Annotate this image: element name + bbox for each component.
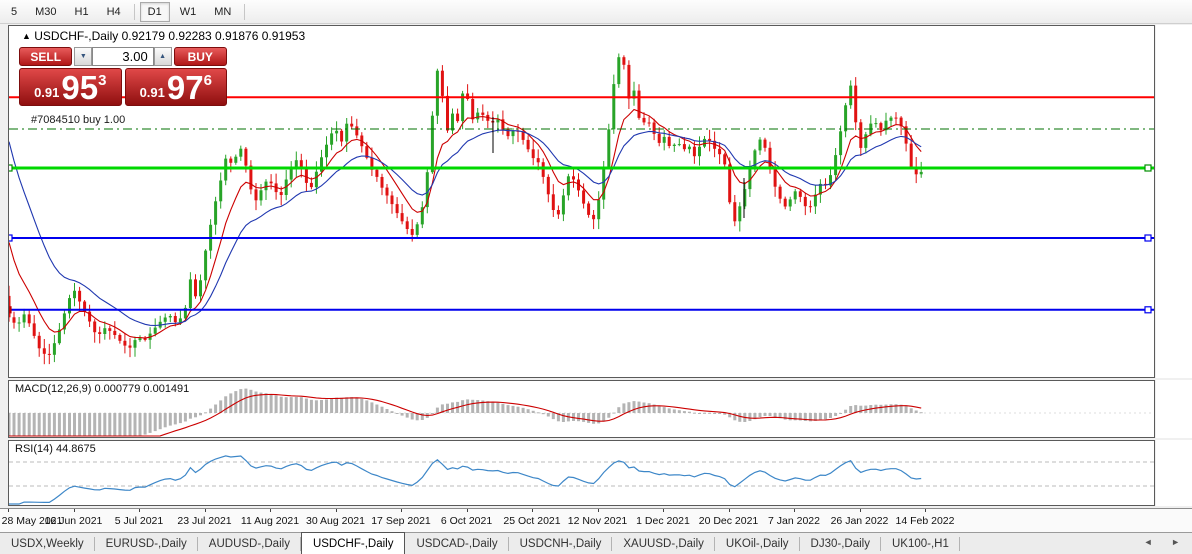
- date-label: 5 Jul 2021: [114, 515, 164, 527]
- date-tick-mark: [401, 509, 402, 512]
- chart-tab-uk100-h1[interactable]: UK100-,H1: [881, 533, 960, 554]
- date-label: 30 Aug 2021: [306, 515, 365, 527]
- timeframe-button-W1[interactable]: W1: [172, 2, 205, 22]
- date-tick-mark: [532, 509, 533, 512]
- date-tick-mark: [204, 509, 206, 512]
- chart-tab-usdx-weekly[interactable]: USDX,Weekly: [0, 533, 95, 554]
- one-click-trading-widget: SELL ▼ 3.00 ▲ BUY 0.91 95 3 0.91 97 6: [19, 47, 227, 106]
- date-tick-mark: [139, 509, 140, 512]
- date-label: 12 Nov 2021: [567, 515, 628, 527]
- timeframe-button-H4[interactable]: H4: [99, 2, 129, 22]
- date-label: 23 Jul 2021: [177, 515, 232, 527]
- date-tick-mark: [270, 509, 271, 512]
- sell-price-big: 95: [61, 69, 99, 106]
- timeframe-button-D1[interactable]: D1: [139, 1, 170, 22]
- ohlc-values: 0.92179 0.92283 0.91876 0.91953: [121, 29, 306, 43]
- chart-tab-dj30-daily[interactable]: DJ30-,Daily: [800, 533, 882, 554]
- date-label: 26 Jan 2022: [830, 515, 889, 527]
- timeframe-button-MN[interactable]: MN: [206, 2, 239, 22]
- timeframe-button-H1[interactable]: H1: [67, 2, 97, 22]
- chart-tab-usdchf-daily[interactable]: USDCHF-,Daily: [300, 532, 406, 554]
- buy-price-pip: 6: [203, 72, 212, 89]
- open-position-label: #7084510 buy 1.00: [31, 114, 126, 126]
- chart-tab-usdcad-daily[interactable]: USDCAD-,Daily: [405, 533, 509, 554]
- toolbar-separator: [133, 3, 135, 20]
- rsi-axis: 10070300: [1156, 440, 1192, 506]
- timeframe-toolbar: 5 M30 H1 H4 D1 W1 MN: [0, 0, 1192, 24]
- date-tick-mark: [794, 509, 795, 512]
- date-tick-mark: [466, 509, 468, 512]
- toolbar-separator: [244, 3, 246, 20]
- date-tick-mark: [925, 509, 926, 512]
- sell-price-prefix: 0.91: [34, 85, 60, 100]
- symbol-label: USDCHF-,Daily: [34, 29, 119, 43]
- chart-tab-audusd-daily[interactable]: AUDUSD-,Daily: [198, 533, 302, 554]
- volume-input[interactable]: 3.00: [92, 47, 154, 66]
- buy-price-prefix: 0.91: [139, 85, 165, 100]
- date-tick-mark: [73, 509, 75, 512]
- sell-price-pip: 3: [98, 72, 107, 89]
- chart-title: ▲ USDCHF-,Daily 0.92179 0.92283 0.91876 …: [22, 29, 305, 43]
- rsi-pane[interactable]: RSI(14) 44.8675: [8, 440, 1155, 506]
- chart-tab-xauusd-daily[interactable]: XAUUSD-,Daily: [612, 533, 715, 554]
- chart-window: ▲ USDCHF-,Daily 0.92179 0.92283 0.91876 …: [0, 25, 1192, 554]
- date-tick-mark: [728, 509, 730, 512]
- collapse-arrow-icon[interactable]: ▲: [22, 31, 31, 41]
- rsi-chart: [9, 455, 1154, 505]
- sell-button[interactable]: SELL: [19, 47, 73, 66]
- buy-button[interactable]: BUY: [173, 47, 227, 66]
- macd-axis: 0.0060340.00-0.005158: [1156, 380, 1192, 438]
- date-label: 11 Aug 2021: [240, 515, 300, 527]
- rsi-label: RSI(14) 44.8675: [15, 443, 96, 455]
- sell-price-box[interactable]: 0.91 95 3: [19, 68, 122, 106]
- volume-decrease-button[interactable]: ▼: [74, 47, 93, 66]
- date-label: 6 Oct 2021: [440, 515, 493, 527]
- date-label: 25 Oct 2021: [503, 515, 561, 527]
- date-label: 1 Dec 2021: [636, 515, 690, 527]
- volume-increase-button[interactable]: ▲: [153, 47, 172, 66]
- buy-price-box[interactable]: 0.91 97 6: [124, 68, 227, 106]
- price-chart-pane[interactable]: ▲ USDCHF-,Daily 0.92179 0.92283 0.91876 …: [8, 25, 1155, 378]
- chart-tab-usdcnh-daily[interactable]: USDCNH-,Daily: [509, 533, 613, 554]
- macd-label: MACD(12,26,9) 0.000779 0.001491: [15, 383, 190, 395]
- date-label: 16 Jun 2021: [44, 515, 103, 527]
- date-label: 17 Sep 2021: [371, 515, 431, 527]
- chart-tab-eurusd-daily[interactable]: EURUSD-,Daily: [95, 533, 198, 554]
- date-tick-mark: [859, 509, 861, 512]
- buy-price-big: 97: [166, 69, 204, 106]
- timeframe-button-5[interactable]: 5: [3, 2, 25, 22]
- date-label: 14 Feb 2022: [895, 515, 955, 527]
- date-tick-mark: [335, 509, 337, 512]
- price-axis: 0.937400.932900.928300.923700.919100.914…: [1156, 25, 1192, 378]
- date-label: 20 Dec 2021: [698, 515, 759, 527]
- date-tick-mark: [8, 509, 9, 512]
- tab-scroll-arrows[interactable]: ◄ ►: [1144, 537, 1188, 547]
- timeframe-button-M30[interactable]: M30: [27, 2, 64, 22]
- date-axis[interactable]: 28 May 2021 16 Jun 2021 5 Jul 2021 23 Jul 2…: [0, 508, 1192, 533]
- date-tick-mark: [597, 509, 599, 512]
- macd-pane[interactable]: MACD(12,26,9) 0.000779 0.001491: [8, 380, 1155, 438]
- date-tick-mark: [663, 509, 664, 512]
- chart-tab-ukoil-daily[interactable]: UKOil-,Daily: [715, 533, 800, 554]
- timeframe-bar: 5 M30 H1 H4 D1 W1 MN: [2, 1, 249, 22]
- chart-tab-bar: USDX,Weekly EURUSD-,Daily AUDUSD-,Daily USD…: [0, 532, 1192, 554]
- date-label: 7 Jan 2022: [768, 515, 820, 527]
